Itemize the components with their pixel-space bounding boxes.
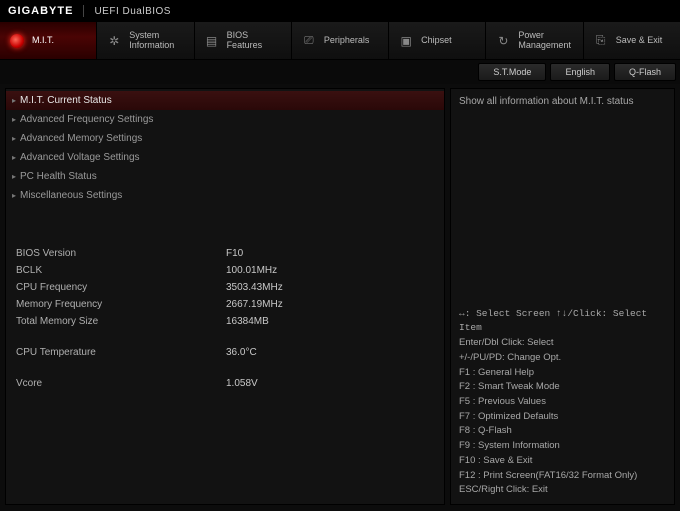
led-icon <box>8 32 26 50</box>
left-pane: ▸M.I.T. Current Status ▸Advanced Frequen… <box>5 88 445 505</box>
st-mode-button[interactable]: S.T.Mode <box>478 63 546 81</box>
hk-select-screen: ↔: Select Screen ↑↓/Click: Select Item <box>459 307 666 336</box>
brand-name: GIGABYTE <box>8 5 73 17</box>
tab-save-exit[interactable]: ⎘ Save & Exit <box>584 22 680 59</box>
menu-pc-health[interactable]: ▸PC Health Status <box>6 167 444 186</box>
hk-enter: Enter/Dbl Click: Select <box>459 336 666 351</box>
hotkey-list: ↔: Select Screen ↑↓/Click: Select Item E… <box>459 307 666 498</box>
help-description: Show all information about M.I.T. status <box>459 95 666 109</box>
menu-adv-frequency[interactable]: ▸Advanced Frequency Settings <box>6 110 444 129</box>
row-cpu-temperature: CPU Temperature36.0°C <box>16 344 434 361</box>
hk-f10: F10 : Save & Exit <box>459 454 666 469</box>
hk-f7: F7 : Optimized Defaults <box>459 410 666 425</box>
row-memory-frequency: Memory Frequency2667.19MHz <box>16 296 434 313</box>
language-button[interactable]: English <box>550 63 610 81</box>
chipset-icon: ▣ <box>397 32 415 50</box>
menu-adv-memory[interactable]: ▸Advanced Memory Settings <box>6 129 444 148</box>
brand-product: UEFI DualBIOS <box>94 6 171 17</box>
work-area: ▸M.I.T. Current Status ▸Advanced Frequen… <box>0 84 680 511</box>
right-pane: Show all information about M.I.T. status… <box>450 88 675 505</box>
tab-bios-features[interactable]: ▤ BIOSFeatures <box>195 22 292 59</box>
adapter-icon: ⎚ <box>300 32 318 50</box>
tab-peripherals[interactable]: ⎚ Peripherals <box>292 22 389 59</box>
hk-f2: F2 : Smart Tweak Mode <box>459 380 666 395</box>
tab-mit[interactable]: M.I.T. <box>0 22 97 59</box>
hk-f5: F5 : Previous Values <box>459 395 666 410</box>
hk-f12: F12 : Print Screen(FAT16/32 Format Only) <box>459 469 666 484</box>
hk-esc: ESC/Right Click: Exit <box>459 483 666 498</box>
menu-adv-voltage[interactable]: ▸Advanced Voltage Settings <box>6 148 444 167</box>
hk-f8: F8 : Q-Flash <box>459 424 666 439</box>
hk-change-opt: +/-/PU/PD: Change Opt. <box>459 351 666 366</box>
menu-list: ▸M.I.T. Current Status ▸Advanced Frequen… <box>6 89 444 207</box>
brand-separator <box>83 5 84 17</box>
exit-icon: ⎘ <box>592 32 610 50</box>
row-cpu-frequency: CPU Frequency3503.43MHz <box>16 279 434 296</box>
row-total-memory: Total Memory Size16384MB <box>16 313 434 330</box>
brand-bar: GIGABYTE UEFI DualBIOS <box>0 0 680 22</box>
q-flash-button[interactable]: Q-Flash <box>614 63 676 81</box>
chip-icon: ▤ <box>203 32 221 50</box>
tab-system-information[interactable]: ✲ SystemInformation <box>97 22 194 59</box>
gear-icon: ✲ <box>105 32 123 50</box>
menu-misc-settings[interactable]: ▸Miscellaneous Settings <box>6 186 444 205</box>
info-block: BIOS VersionF10 BCLK100.01MHz CPU Freque… <box>6 245 444 392</box>
row-vcore: Vcore1.058V <box>16 375 434 392</box>
hk-f1: F1 : General Help <box>459 366 666 381</box>
hk-f9: F9 : System Information <box>459 439 666 454</box>
tab-power-management[interactable]: ↻ PowerManagement <box>486 22 583 59</box>
top-tabs: M.I.T. ✲ SystemInformation ▤ BIOSFeature… <box>0 22 680 60</box>
menu-mit-current-status[interactable]: ▸M.I.T. Current Status <box>6 91 444 110</box>
row-bios-version: BIOS VersionF10 <box>16 245 434 262</box>
sub-toolbar: S.T.Mode English Q-Flash <box>0 60 680 84</box>
power-icon: ↻ <box>494 32 512 50</box>
tab-chipset[interactable]: ▣ Chipset <box>389 22 486 59</box>
row-bclk: BCLK100.01MHz <box>16 262 434 279</box>
